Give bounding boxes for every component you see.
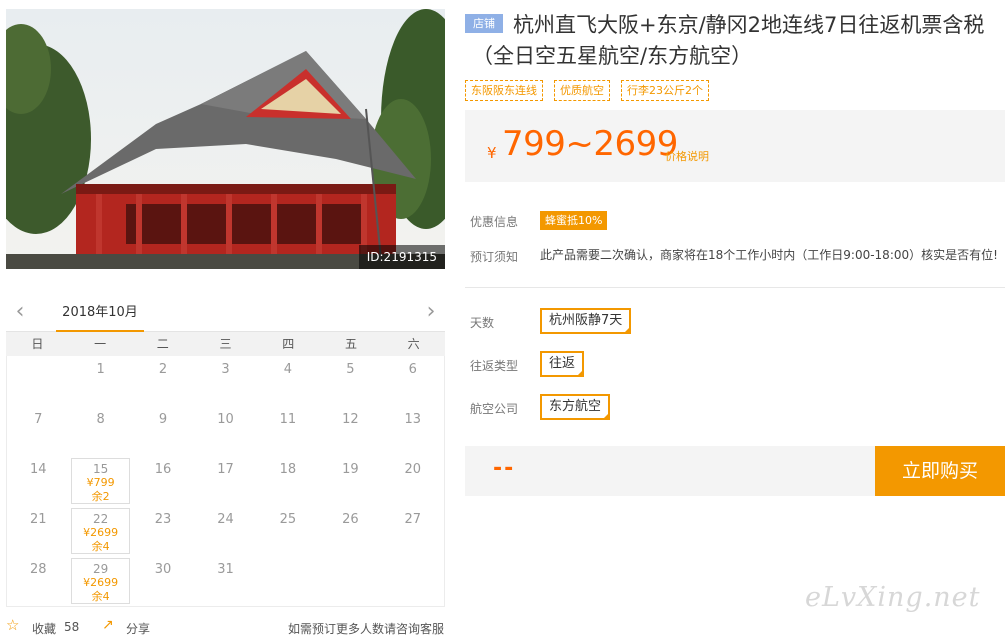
- calendar-day: 24: [217, 512, 234, 527]
- calendar-day: 30: [154, 562, 172, 577]
- favorite-count: 58: [64, 620, 80, 634]
- price-range: 799~2699: [502, 124, 678, 164]
- calendar-grid: 1 2 3 4 5 6 7 8 9 10 11 12 13 14 15 ¥799 余2 16 17 18 19 20 21 2…: [6, 356, 445, 607]
- calendar-day: 19: [342, 462, 359, 477]
- calendar-day: 5: [346, 362, 355, 377]
- weekday-5: 五: [344, 337, 357, 351]
- days-label: 天数: [470, 316, 495, 330]
- next-month-button[interactable]: ›: [421, 301, 441, 324]
- total-price: --: [493, 456, 516, 481]
- product-tags: 东阪阪东连线 优质航空 行李23公斤2个: [465, 80, 709, 101]
- weekday-2: 二: [156, 337, 169, 351]
- day-price: ¥799: [86, 476, 115, 489]
- weekday-6: 六: [407, 337, 420, 351]
- promo-label: 优惠信息: [470, 215, 519, 229]
- price-note-link[interactable]: 价格说明: [665, 148, 709, 164]
- promo-badge: 蜂蜜抵10%: [540, 211, 608, 230]
- calendar-day: 20: [404, 462, 422, 477]
- calendar-day: 6: [408, 362, 417, 377]
- shop-badge[interactable]: 店铺: [465, 14, 503, 33]
- calendar-day-available[interactable]: 29 ¥2699 余4: [71, 558, 130, 604]
- calendar-day: 1: [96, 362, 105, 377]
- notice-text: 此产品需要二次确认，商家将在18个工作小时内（工作日9:00-18:00）核实是…: [540, 248, 998, 262]
- calendar-day: 11: [279, 412, 297, 427]
- currency-symbol: ¥: [487, 144, 497, 162]
- day-number: 29: [92, 562, 109, 576]
- tag-baggage: 行李23公斤2个: [621, 80, 709, 101]
- price-calendar: ‹ 2018年10月 › 日一二三四五六 1 2 3 4 5 6 7 8 9 10 11 12 13 14…: [6, 296, 445, 607]
- airline-option[interactable]: 东方航空: [540, 394, 611, 420]
- calendar-day: 3: [221, 362, 230, 377]
- tag-airline: 优质航空: [554, 80, 610, 101]
- tag-route: 东阪阪东连线: [465, 80, 543, 101]
- more-people-text: 如需预订更多人数请咨询客服: [288, 622, 445, 636]
- days-option[interactable]: 杭州阪静7天: [540, 308, 632, 334]
- calendar-day: 31: [217, 562, 234, 577]
- calendar-day: 2: [158, 362, 168, 377]
- calendar-header: ‹ 2018年10月 ›: [6, 296, 445, 332]
- trip-type-option[interactable]: 往返: [540, 351, 585, 377]
- calendar-day: 23: [154, 512, 172, 527]
- calendar-day: 16: [154, 462, 172, 477]
- calendar-empty-cell: [7, 356, 69, 406]
- prev-month-button[interactable]: ‹: [10, 301, 30, 324]
- product-title: 杭州直飞大阪+东京/静冈2地连线7日往返机票含税: [513, 13, 985, 37]
- calendar-day-available[interactable]: 22 ¥2699 余4: [71, 508, 130, 554]
- calendar-empty-cell: [319, 556, 381, 606]
- calendar-day: 10: [217, 412, 234, 427]
- image-id-label: ID:2191315: [358, 245, 445, 269]
- weekday-1: 一: [94, 337, 107, 351]
- day-price: ¥2699: [83, 576, 119, 589]
- calendar-day: 9: [158, 412, 168, 427]
- calendar-day-available[interactable]: 15 ¥799 余2: [71, 458, 130, 504]
- weekday-4: 四: [282, 337, 295, 351]
- calendar-empty-cell: [382, 556, 444, 606]
- calendar-day: 25: [279, 512, 297, 527]
- notice-label: 预订须知: [470, 250, 519, 264]
- calendar-day: 26: [342, 512, 359, 527]
- day-number: 22: [92, 512, 109, 526]
- product-photo: ID:2191315: [6, 9, 445, 269]
- favorite-label[interactable]: 收藏: [32, 620, 56, 637]
- weekday-3: 三: [219, 337, 232, 351]
- watermark: eLvXing.net: [805, 582, 981, 613]
- day-remaining: 余4: [91, 590, 110, 603]
- day-price: ¥2699: [83, 526, 119, 539]
- calendar-day: 28: [29, 562, 47, 577]
- calendar-day: 21: [29, 512, 47, 527]
- calendar-day: 12: [342, 412, 359, 427]
- divider: [465, 287, 1005, 288]
- calendar-footer: ☆ 收藏 58 ↗ 分享 如需预订更多人数请咨询客服: [6, 616, 445, 637]
- weekday-row: 日一二三四五六: [6, 332, 445, 356]
- price-box: ¥ 799~2699 价格说明: [465, 110, 1005, 182]
- calendar-day: 13: [404, 412, 422, 427]
- calendar-month-tab[interactable]: 2018年10月: [56, 296, 144, 332]
- calendar-day: 4: [283, 362, 293, 377]
- buy-now-button[interactable]: 立即购买: [875, 446, 1005, 496]
- trip-type-label: 往返类型: [470, 359, 519, 373]
- day-remaining: 余4: [91, 540, 110, 553]
- calendar-day: 14: [29, 462, 47, 477]
- star-icon[interactable]: ☆: [6, 616, 19, 634]
- airline-label: 航空公司: [470, 402, 519, 416]
- day-remaining: 余2: [91, 490, 110, 503]
- temple-image: [6, 9, 445, 269]
- calendar-day: 18: [279, 462, 297, 477]
- calendar-day: 7: [34, 412, 43, 427]
- share-label[interactable]: 分享: [126, 620, 150, 637]
- calendar-day: 27: [404, 512, 422, 527]
- calendar-day: 17: [217, 462, 234, 477]
- calendar-day: 8: [96, 412, 105, 427]
- product-subtitle: （全日空五星航空/东方航空）: [472, 44, 753, 68]
- calendar-empty-cell: [257, 556, 319, 606]
- weekday-0: 日: [31, 337, 44, 351]
- day-number: 15: [92, 462, 109, 476]
